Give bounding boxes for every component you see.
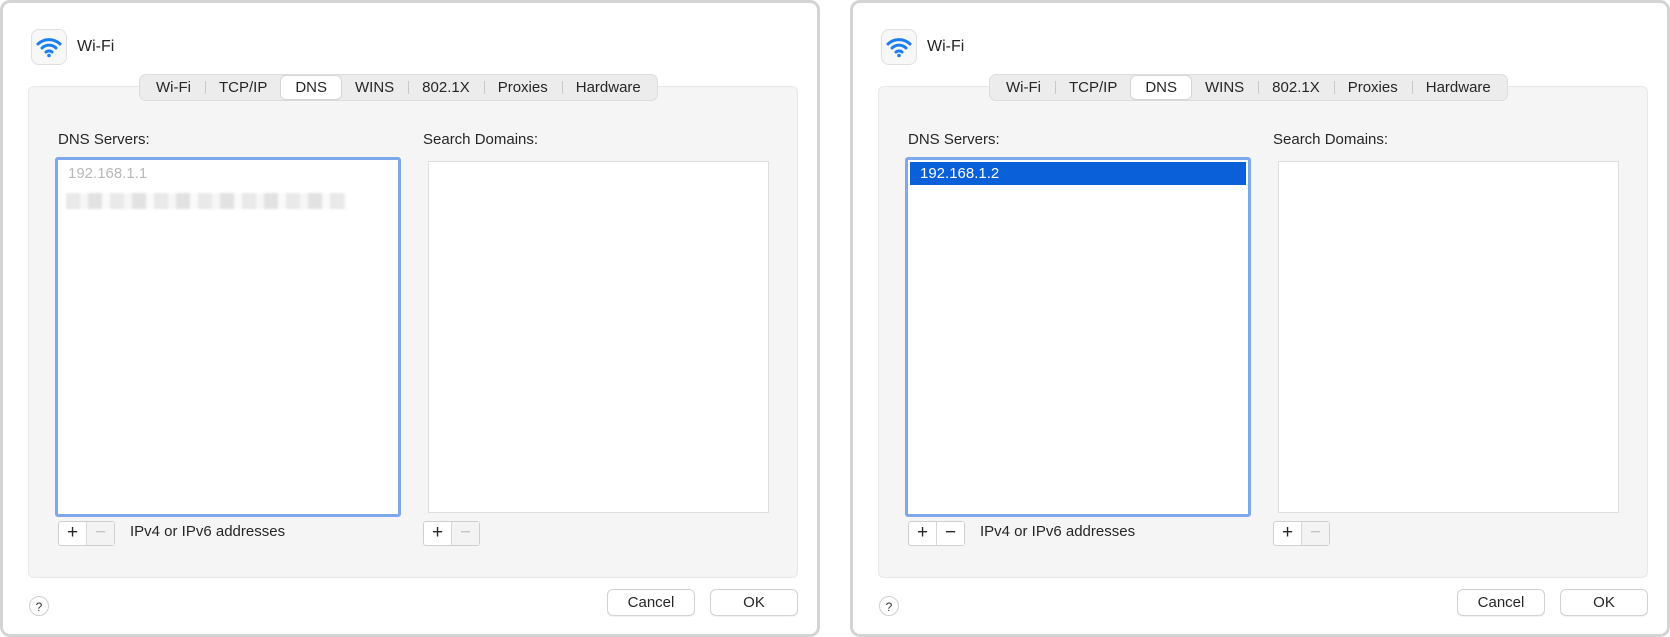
tab-proxies[interactable]: Proxies bbox=[1333, 76, 1412, 99]
cancel-button[interactable]: Cancel bbox=[607, 589, 695, 616]
tab-dns[interactable]: DNS bbox=[1131, 76, 1191, 99]
tab-wins[interactable]: WINS bbox=[1191, 76, 1258, 99]
tab-tcpip[interactable]: TCP/IP bbox=[1054, 76, 1131, 99]
remove-search-domain-button[interactable]: − bbox=[452, 522, 479, 545]
dns-hint-text: IPv4 or IPv6 addresses bbox=[980, 523, 1136, 540]
redacted-dns-entry bbox=[66, 193, 346, 209]
dialog-title: Wi-Fi bbox=[927, 38, 965, 55]
tab-hardware[interactable]: Hardware bbox=[1411, 76, 1505, 99]
wifi-icon bbox=[881, 29, 917, 65]
dns-servers-list[interactable]: 192.168.1.2 bbox=[905, 157, 1251, 517]
ok-button[interactable]: OK bbox=[1560, 589, 1648, 616]
search-domains-list[interactable] bbox=[1278, 161, 1619, 513]
tab-wifi[interactable]: Wi-Fi bbox=[142, 76, 205, 99]
dns-servers-list[interactable]: 192.168.1.1 bbox=[55, 157, 401, 517]
help-button[interactable]: ? bbox=[879, 596, 899, 616]
remove-dns-button[interactable]: − bbox=[937, 522, 964, 545]
dialog-title: Wi-Fi bbox=[77, 38, 115, 55]
tab-bar: Wi-Fi TCP/IP DNS WINS 802.1X Proxies Har… bbox=[139, 74, 658, 101]
network-dns-dialog-left: Wi-Fi Wi-Fi TCP/IP DNS WINS 802.1X Proxi… bbox=[0, 0, 820, 637]
search-domains-label: Search Domains: bbox=[1273, 131, 1389, 148]
dns-server-entry-selected[interactable]: 192.168.1.2 bbox=[910, 162, 1246, 185]
dns-add-remove-control: + − bbox=[908, 521, 965, 546]
tab-8021x[interactable]: 802.1X bbox=[1258, 76, 1334, 99]
dialog-header: Wi-Fi bbox=[881, 29, 964, 65]
tab-8021x[interactable]: 802.1X bbox=[408, 76, 484, 99]
add-search-domain-button[interactable]: + bbox=[424, 522, 452, 545]
network-dns-dialog-right: Wi-Fi Wi-Fi TCP/IP DNS WINS 802.1X Proxi… bbox=[850, 0, 1670, 637]
add-search-domain-button[interactable]: + bbox=[1274, 522, 1302, 545]
dns-servers-label: DNS Servers: bbox=[58, 131, 150, 148]
tab-bar: Wi-Fi TCP/IP DNS WINS 802.1X Proxies Har… bbox=[989, 74, 1508, 101]
tab-dns[interactable]: DNS bbox=[281, 76, 341, 99]
search-domains-list[interactable] bbox=[428, 161, 769, 513]
remove-search-domain-button[interactable]: − bbox=[1302, 522, 1329, 545]
dialog-header: Wi-Fi bbox=[31, 29, 114, 65]
tab-tcpip[interactable]: TCP/IP bbox=[204, 76, 281, 99]
dns-hint-text: IPv4 or IPv6 addresses bbox=[130, 523, 286, 540]
tab-hardware[interactable]: Hardware bbox=[561, 76, 655, 99]
search-add-remove-control: + − bbox=[423, 521, 480, 546]
add-dns-button[interactable]: + bbox=[909, 522, 937, 545]
dns-server-entry[interactable]: 192.168.1.1 bbox=[58, 162, 398, 185]
wifi-icon bbox=[31, 29, 67, 65]
tab-wins[interactable]: WINS bbox=[341, 76, 408, 99]
remove-dns-button[interactable]: − bbox=[87, 522, 114, 545]
help-button[interactable]: ? bbox=[29, 596, 49, 616]
dns-add-remove-control: + − bbox=[58, 521, 115, 546]
search-add-remove-control: + − bbox=[1273, 521, 1330, 546]
add-dns-button[interactable]: + bbox=[59, 522, 87, 545]
dns-servers-label: DNS Servers: bbox=[908, 131, 1000, 148]
ok-button[interactable]: OK bbox=[710, 589, 798, 616]
search-domains-label: Search Domains: bbox=[423, 131, 539, 148]
cancel-button[interactable]: Cancel bbox=[1457, 589, 1545, 616]
tab-proxies[interactable]: Proxies bbox=[483, 76, 562, 99]
tab-wifi[interactable]: Wi-Fi bbox=[992, 76, 1055, 99]
